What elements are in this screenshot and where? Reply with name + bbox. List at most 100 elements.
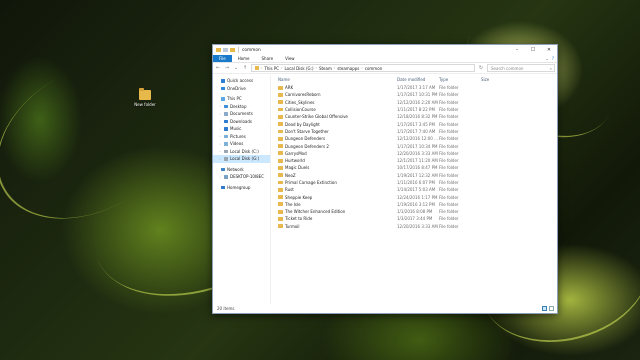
up-arrow-icon[interactable]: ↑ — [242, 65, 248, 71]
breadcrumb-common[interactable]: common — [365, 66, 382, 71]
expand-chevron-icon[interactable]: › — [218, 119, 222, 123]
sidebar-item-label: Network — [227, 166, 244, 172]
maximize-button[interactable]: ☐ — [525, 45, 541, 55]
type-cell: File folder — [439, 150, 459, 156]
sidebar-item[interactable]: › Documents — [213, 110, 270, 118]
tab-view[interactable]: View — [279, 55, 301, 62]
date-modified-cell: 1/17/2017 10:34 PM — [397, 143, 438, 149]
table-row[interactable]: The Isle 1/19/2016 3:12 PM File folder — [271, 201, 557, 208]
type-cell: File folder — [439, 114, 459, 120]
file-name-cell: The Witcher Enhanced Edition — [271, 209, 397, 214]
sidebar-item[interactable]: › Desktop — [213, 103, 270, 111]
type-cell: File folder — [439, 216, 459, 222]
sidebar-item-label: Homegroup — [227, 184, 251, 190]
expand-chevron-icon[interactable]: › — [218, 134, 222, 138]
file-name: CarnivoresReborn — [285, 92, 321, 98]
column-date-modified[interactable]: Date modified — [397, 77, 439, 82]
details-view-icon[interactable] — [542, 306, 547, 311]
table-row[interactable]: NeoZ 1/19/2017 12:32 AM File folder — [271, 172, 557, 179]
nav-icon — [224, 134, 228, 138]
sidebar-item[interactable]: Network — [213, 166, 270, 174]
sidebar-item[interactable]: This PC — [213, 95, 270, 103]
file-name-cell: NeoZ — [271, 173, 397, 178]
back-arrow-icon[interactable]: ← — [215, 65, 221, 71]
sidebar-item[interactable]: › Videos — [213, 140, 270, 148]
table-row[interactable]: Ticket to Ride 1/3/2017 3:44 PM File folde… — [271, 215, 557, 222]
properties-icon[interactable] — [223, 48, 228, 52]
type-cell: File folder — [439, 107, 459, 113]
table-row[interactable]: Dungeon Defenders 2 1/17/2017 10:34 PM Fil… — [271, 142, 557, 149]
expand-ribbon-icon[interactable]: ⌄ — [546, 56, 549, 61]
breadcrumb-this-pc[interactable]: This PC — [264, 66, 279, 71]
sidebar-item[interactable]: OneDrive — [213, 85, 270, 93]
sidebar-item[interactable]: › Downloads — [213, 118, 270, 126]
tab-share[interactable]: Share — [256, 55, 280, 62]
new-folder-icon[interactable] — [230, 48, 235, 52]
view-buttons — [542, 306, 557, 311]
table-row[interactable]: Hurtworld 12/1/2017 11:20 AM File folder — [271, 157, 557, 164]
table-row[interactable]: Primal Carnage Extinction 1/11/2016 6:07 … — [271, 179, 557, 186]
table-row[interactable]: Counter-Strike Global Offensive 12/18/201… — [271, 113, 557, 120]
table-row[interactable]: GarrysMod 12/20/2016 3:33 AM File folder — [271, 150, 557, 157]
minimize-button[interactable]: – — [509, 45, 525, 55]
address-bar[interactable]: › This PC › Local Disk (G:) › Steam › st… — [251, 64, 475, 72]
table-row[interactable]: The Witcher Enhanced Edition 1/1/2016 8:0… — [271, 208, 557, 215]
nav-icon — [221, 97, 225, 101]
expand-chevron-icon[interactable]: › — [218, 112, 222, 116]
table-row[interactable]: Turmoil 12/20/2016 3:33 AM File folder — [271, 223, 557, 230]
sidebar-item[interactable]: Quick access — [213, 77, 270, 85]
sidebar-item[interactable]: › Music — [213, 125, 270, 133]
table-row[interactable]: Dead by Daylight 1/17/2017 3:45 PM File fo… — [271, 120, 557, 127]
close-button[interactable]: ✕ — [541, 45, 557, 55]
sidebar-item[interactable]: Homegroup — [213, 184, 270, 192]
table-row[interactable]: Rust 1/14/2017 5:03 AM File folder — [271, 186, 557, 193]
breadcrumb-local-disk[interactable]: Local Disk (G:) — [284, 66, 313, 71]
folder-icon — [139, 88, 151, 100]
help-icon[interactable]: ? — [552, 56, 554, 61]
date-modified-cell: 1/11/2016 6:07 PM — [397, 180, 435, 185]
column-type[interactable]: Type — [439, 77, 481, 82]
search-placeholder: Search common — [491, 65, 524, 71]
tab-home[interactable]: Home — [232, 55, 256, 62]
breadcrumb-steam[interactable]: Steam — [319, 66, 332, 71]
date-modified-cell: 1/17/2017 3:45 PM — [397, 121, 435, 127]
expand-chevron-icon[interactable]: › — [218, 127, 222, 131]
table-row[interactable]: CarnivoresReborn 1/17/2017 10:31 PM File f… — [271, 91, 557, 98]
file-name-cell: CarnivoresReborn — [271, 92, 397, 97]
column-size[interactable]: Size — [481, 77, 511, 82]
folder-icon — [278, 217, 283, 221]
expand-chevron-icon[interactable]: › — [218, 142, 222, 146]
table-row[interactable]: Sheppie Keep 12/24/2016 1:17 PM File folde… — [271, 193, 557, 200]
column-headers: Name Date modified Type Size — [271, 75, 557, 84]
table-row[interactable]: Don't Starve Together 1/17/2017 7:40 AM Fi… — [271, 128, 557, 135]
file-name: Counter-Strike Global Offensive — [285, 114, 348, 120]
forward-arrow-icon[interactable]: → — [224, 65, 230, 71]
expand-chevron-icon[interactable]: › — [218, 104, 222, 108]
type-cell: File folder — [439, 201, 459, 207]
folder-icon — [278, 209, 283, 214]
refresh-icon[interactable]: ↻ — [478, 65, 484, 71]
sidebar-item[interactable]: › DESKTOP-10I8EC — [213, 173, 270, 181]
desktop-folder-icon[interactable]: New folder — [130, 88, 160, 107]
search-input[interactable]: Search common ⌕ — [487, 64, 555, 72]
sidebar-item[interactable]: › Local Disk (C:) — [213, 148, 270, 156]
expand-chevron-icon[interactable]: › — [218, 157, 222, 161]
type-cell: File folder — [439, 172, 459, 178]
expand-chevron-icon[interactable]: › — [218, 149, 222, 153]
column-name[interactable]: Name — [271, 77, 397, 82]
breadcrumb-steamapps[interactable]: steamapps — [337, 66, 359, 71]
table-row[interactable]: ARK 1/17/2017 3:17 AM File folder — [271, 84, 557, 91]
table-row[interactable]: CollisionCourse 1/11/2017 8:22 PM File fol… — [271, 106, 557, 113]
date-modified-cell: 12/1/2017 11:20 AM — [397, 158, 438, 164]
large-icons-view-icon[interactable] — [549, 306, 554, 311]
recent-locations-icon[interactable]: ⌄ — [233, 65, 239, 71]
tab-file[interactable]: File — [213, 55, 232, 62]
sidebar-item[interactable]: › Local Disk (G:) — [213, 155, 270, 163]
table-row[interactable]: Magic Duels 10/17/2016 8:47 PM File folder — [271, 164, 557, 171]
folder-icon — [278, 224, 283, 229]
table-row[interactable]: Cities_Skylines 12/12/2016 2:20 AM File fo… — [271, 99, 557, 106]
expand-chevron-icon[interactable]: › — [218, 175, 222, 179]
sidebar-item-label: Quick access — [227, 78, 254, 84]
table-row[interactable]: Dungeon Defenders 12/12/2016 12:00 ... Fil… — [271, 135, 557, 142]
sidebar-item[interactable]: › Pictures — [213, 133, 270, 141]
